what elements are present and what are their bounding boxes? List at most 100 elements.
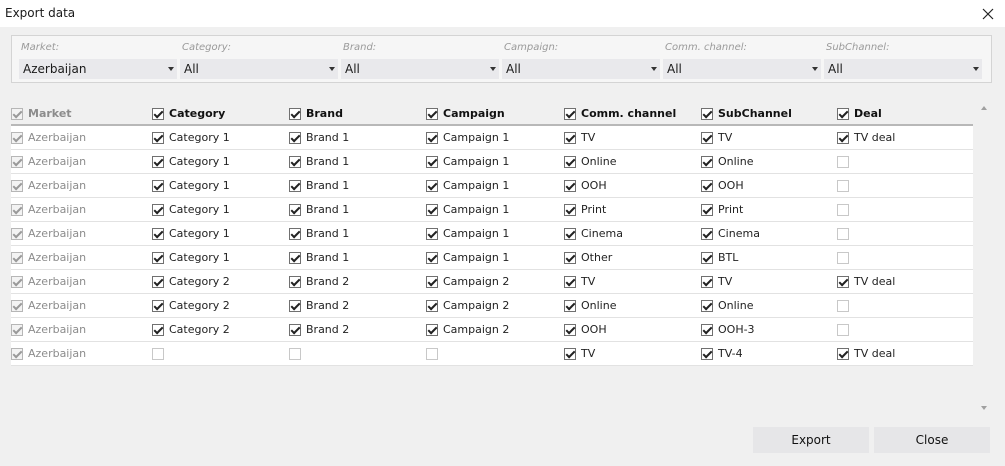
table-row[interactable]: Azerbaijan Category 1 Brand 1 Campaign 1 OOH… [11,174,973,198]
campaign-checkbox[interactable] [426,276,438,288]
campaign-checkbox[interactable] [426,300,438,312]
subchannel-select[interactable]: All [824,59,982,79]
brand-checkbox[interactable] [289,180,301,192]
campaign-checkbox[interactable] [426,180,438,192]
comm-channel-checkbox[interactable] [564,228,576,240]
vertical-scrollbar[interactable] [977,102,991,414]
campaign-checkbox[interactable] [426,156,438,168]
category-checkbox[interactable] [152,300,164,312]
category-checkbox[interactable] [152,252,164,264]
close-button[interactable]: Close [874,427,990,453]
subchannel-checkbox[interactable] [701,228,713,240]
brand-checkbox[interactable] [289,276,301,288]
category-checkbox[interactable] [152,204,164,216]
campaign-checkbox[interactable] [426,348,438,360]
table-row[interactable]: Azerbaijan Category 1 Brand 1 Campaign 1 Onl… [11,150,973,174]
table-row[interactable]: Azerbaijan Category 1 Brand 1 Campaign 1 TV T… [11,126,973,150]
deal-checkbox[interactable] [837,252,849,264]
brand-label: Brand 2 [306,299,350,312]
select-value: All [667,62,682,76]
brand-label: Brand 1 [306,155,350,168]
comm-channel-checkbox[interactable] [564,204,576,216]
deal-checkbox[interactable] [837,228,849,240]
deal-label: TV deal [854,347,896,360]
comm-channel-checkbox[interactable] [564,276,576,288]
comm-channel-checkbox[interactable] [564,156,576,168]
subchannel-checkbox[interactable] [701,108,713,120]
subchannel-checkbox[interactable] [701,156,713,168]
category-checkbox[interactable] [152,276,164,288]
campaign-select[interactable]: All [502,59,660,79]
subchannel-label: Online [718,155,754,168]
deal-checkbox[interactable] [837,204,849,216]
campaign-checkbox[interactable] [426,252,438,264]
deal-checkbox[interactable] [837,156,849,168]
campaign-checkbox[interactable] [426,204,438,216]
deal-checkbox[interactable] [837,276,849,288]
scroll-down-icon[interactable] [981,406,987,410]
campaign-checkbox[interactable] [426,132,438,144]
comm-channel-checkbox[interactable] [564,132,576,144]
subchannel-checkbox[interactable] [701,348,713,360]
table-row[interactable]: Azerbaijan TV TV-4 TV deal [11,342,973,366]
category-checkbox[interactable] [152,156,164,168]
market-select[interactable]: Azerbaijan [19,59,177,79]
campaign-checkbox[interactable] [426,324,438,336]
deal-checkbox[interactable] [837,180,849,192]
comm-channel-checkbox[interactable] [564,300,576,312]
subchannel-checkbox[interactable] [701,324,713,336]
table-row[interactable]: Azerbaijan Category 2 Brand 2 Campaign 2 Onl… [11,294,973,318]
comm-channel-label: TV [581,275,596,288]
deal-checkbox[interactable] [837,300,849,312]
market-checkbox [11,156,23,168]
table-row[interactable]: Azerbaijan Category 2 Brand 2 Campaign 2 TV T… [11,270,973,294]
subchannel-checkbox[interactable] [701,300,713,312]
comm-channel-checkbox[interactable] [564,108,576,120]
brand-checkbox[interactable] [289,204,301,216]
subchannel-label: Online [718,299,754,312]
category-checkbox[interactable] [152,348,164,360]
brand-checkbox[interactable] [289,252,301,264]
category-checkbox[interactable] [152,324,164,336]
close-icon[interactable] [977,3,999,25]
table-row[interactable]: Azerbaijan Category 2 Brand 2 Campaign 2 OOH… [11,318,973,342]
table-row[interactable]: Azerbaijan Category 1 Brand 1 Campaign 1 Pri… [11,198,973,222]
table-row[interactable]: Azerbaijan Category 1 Brand 1 Campaign 1 Oth… [11,246,973,270]
comm-channel-checkbox[interactable] [564,180,576,192]
comm-channel-checkbox[interactable] [564,252,576,264]
market-label: Azerbaijan [28,347,87,360]
category-checkbox[interactable] [152,132,164,144]
deal-checkbox[interactable] [837,132,849,144]
brand-checkbox[interactable] [289,228,301,240]
export-button[interactable]: Export [753,427,869,453]
category-checkbox[interactable] [152,180,164,192]
brand-checkbox[interactable] [289,156,301,168]
subchannel-checkbox[interactable] [701,204,713,216]
brand-checkbox[interactable] [289,300,301,312]
scroll-up-icon[interactable] [981,106,987,110]
subchannel-checkbox[interactable] [701,132,713,144]
campaign-checkbox[interactable] [426,108,438,120]
deal-checkbox[interactable] [837,108,849,120]
table-row[interactable]: Azerbaijan Category 1 Brand 1 Campaign 1 Cin… [11,222,973,246]
subchannel-checkbox[interactable] [701,252,713,264]
deal-checkbox[interactable] [837,324,849,336]
comm-channel-select[interactable]: All [663,59,821,79]
comm-channel-label: Other [581,251,613,264]
subchannel-checkbox[interactable] [701,276,713,288]
brand-checkbox[interactable] [289,132,301,144]
category-checkbox[interactable] [152,228,164,240]
comm-channel-checkbox[interactable] [564,324,576,336]
campaign-checkbox[interactable] [426,228,438,240]
brand-checkbox[interactable] [289,108,301,120]
brand-checkbox[interactable] [289,324,301,336]
deal-checkbox[interactable] [837,348,849,360]
campaign-label: Campaign 1 [443,155,510,168]
brand-label: Brand 2 [306,323,350,336]
comm-channel-checkbox[interactable] [564,348,576,360]
brand-select[interactable]: All [341,59,499,79]
category-checkbox[interactable] [152,108,164,120]
brand-checkbox[interactable] [289,348,301,360]
subchannel-checkbox[interactable] [701,180,713,192]
category-select[interactable]: All [180,59,338,79]
